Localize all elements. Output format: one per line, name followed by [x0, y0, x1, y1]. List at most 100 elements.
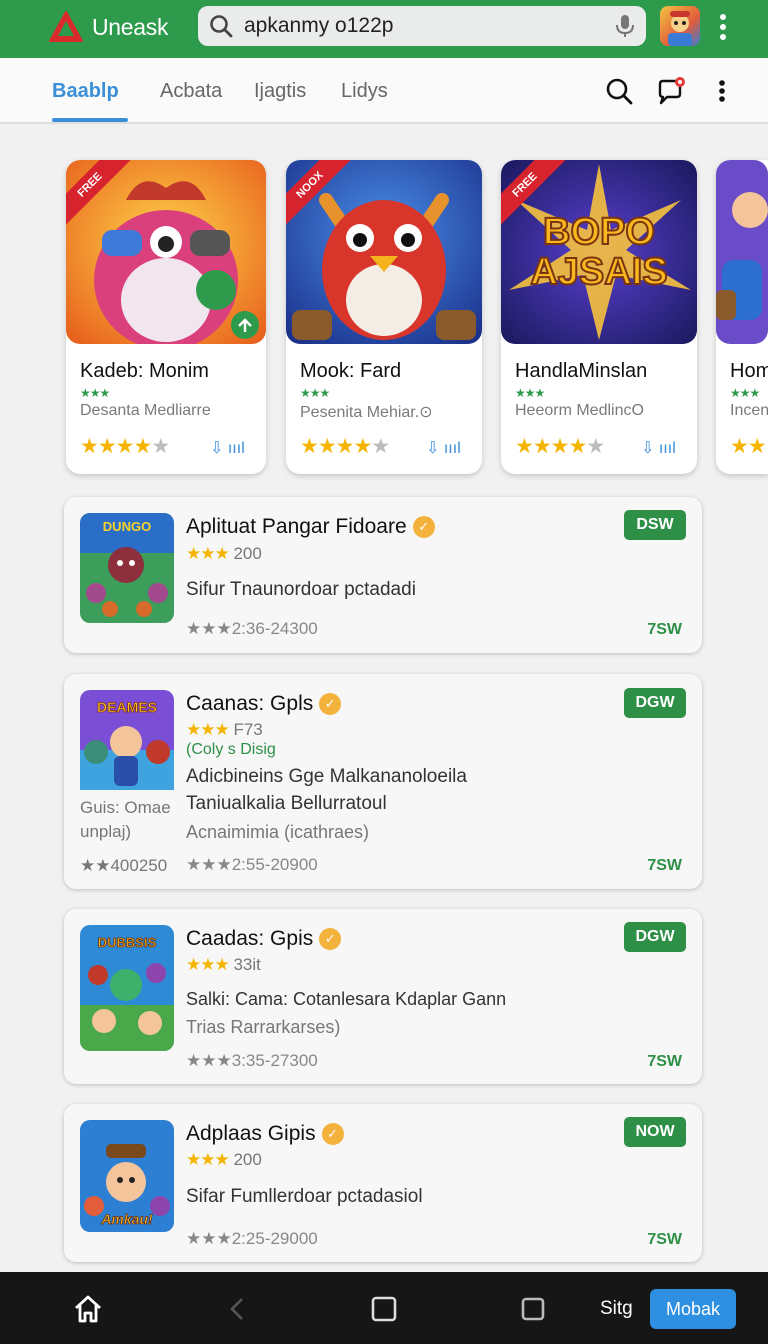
install-icon[interactable] [230, 310, 260, 340]
file-size: 7SW [647, 1053, 682, 1070]
tab-baablp[interactable]: Baablp [52, 80, 119, 103]
rating: ★★★ 200 [186, 544, 262, 563]
chat-alert-icon[interactable] [656, 76, 686, 106]
version-info: ★★★2:55-20900 [186, 855, 318, 874]
app-title: Caanas: Gpls ✓ [186, 692, 342, 716]
app-title: Hom [730, 360, 768, 382]
square-icon[interactable] [518, 1294, 548, 1324]
version-info: ★★★2:36-24300 [186, 619, 318, 638]
description: Sifar Fumllerdoar pctadasiol [186, 1186, 423, 1207]
star-rating: ★★★★★ [300, 435, 390, 458]
mobak-button[interactable]: Mobak [650, 1289, 736, 1329]
more-vert-icon[interactable] [714, 12, 732, 42]
featured-card[interactable]: FREE Kadeb: Monim ★★★ Desanta Medliarre … [66, 160, 266, 474]
thumb-title: DUBBSIS [98, 935, 157, 950]
featured-card[interactable]: Hom ★★★ Incen ★★ [716, 160, 768, 474]
app-name: Uneask [92, 13, 169, 40]
rating: ★★★ 200 [186, 1150, 262, 1169]
app-title: Mook: Fard [300, 360, 402, 382]
tab-acbata[interactable]: Acbata [160, 80, 222, 103]
file-size: 7SW [647, 621, 682, 638]
star-rating: ★★★★★ [80, 435, 170, 458]
app-title: Adplaas Gipis ✓ [186, 1122, 344, 1146]
app-title: HandlaMinslan [515, 360, 648, 382]
thumb-title: DEAMES [97, 699, 157, 715]
list-item[interactable]: DUBBSIS Caadas: Gpis ✓ ★★★ 33it Salki: Ca… [64, 909, 702, 1084]
app-thumbnail: DUBBSIS [80, 925, 174, 1051]
download-button[interactable]: DGW [624, 688, 686, 718]
game-art: BOPO AJSAIS FREE [501, 160, 697, 344]
thumb-caption: Guis: Omae unplaj) [80, 798, 171, 841]
svg-text:AJSAIS: AJSAIS [530, 251, 667, 293]
mini-rating: ★★★ [300, 386, 330, 400]
search-icon [210, 15, 233, 38]
mini-rating: ★★★ [515, 386, 545, 400]
search-icon[interactable] [604, 76, 634, 106]
download-icon[interactable]: ⇩ ıııl [641, 438, 676, 458]
category-tag: (Coly s Disig [186, 741, 276, 758]
battle-artwork: DUBBSIS [80, 925, 174, 1051]
recents-icon[interactable] [369, 1294, 399, 1324]
verified-icon: ✓ [412, 516, 435, 538]
game-art: NOOX [286, 160, 482, 344]
app-thumbnail: DEAMES [80, 690, 174, 800]
mini-rating: ★★★ [80, 386, 110, 400]
star-rating: ★★★★★ [515, 435, 605, 458]
mini-rating: ★★★ [730, 386, 760, 400]
subtitle: Trias Rarrarkarses) [186, 1017, 341, 1037]
verified-icon: ✓ [319, 928, 342, 950]
version-info: ★★★3:35-27300 [186, 1051, 318, 1070]
download-button[interactable]: NOW [624, 1117, 686, 1147]
back-icon[interactable] [222, 1294, 252, 1324]
subtitle: Acnaimimia (icathraes) [186, 822, 370, 842]
verified-icon: ✓ [319, 693, 342, 715]
app-thumbnail: Amkau! [80, 1120, 174, 1232]
featured-card[interactable]: BOPO AJSAIS FREE HandlaMinslan ★★★ Heeor… [501, 160, 697, 474]
bottom-navigation: Sitg Mobak [0, 1272, 768, 1344]
home-icon[interactable] [73, 1294, 103, 1324]
download-button[interactable]: DSW [624, 510, 686, 540]
dungeon-artwork: DUNGO [80, 513, 174, 623]
file-size: 7SW [647, 857, 682, 874]
app-thumbnail: DUNGO [80, 513, 174, 623]
list-item[interactable]: DUNGO Aplituat Pangar Fidoare ✓ ★★★ 200 S… [64, 497, 702, 653]
description: Salki: Cama: Cotanlesara Kdaplar Gann [186, 989, 507, 1009]
character-artwork [716, 160, 768, 344]
rating: ★★★ 33it [186, 955, 261, 974]
tab-ijagtis[interactable]: Ijagtis [254, 80, 306, 103]
app-title: Caadas: Gpis ✓ [186, 927, 342, 951]
search-bar[interactable] [198, 6, 646, 46]
featured-card[interactable]: NOOX Mook: Fard ★★★ Pesenita Mehiar.⊙ ★★… [286, 160, 482, 474]
file-size: 7SW [647, 1231, 682, 1248]
app-logo[interactable]: Uneask [48, 10, 168, 44]
avatar-character-icon [668, 11, 692, 46]
heroes-artwork: DEAMES [80, 690, 174, 790]
description: Sifur Tnaunordoar pctadadi [186, 579, 416, 600]
app-title: Kadeb: Monim [80, 360, 209, 382]
tab-lidys[interactable]: Lidys [341, 80, 388, 103]
download-icon[interactable]: ⇩ ıııl [210, 438, 245, 458]
verified-icon: ✓ [321, 1123, 344, 1145]
search-input[interactable] [244, 14, 584, 38]
list-item[interactable]: Amkau! Adplaas Gipis ✓ ★★★ 200 Sifar Fuml… [64, 1104, 702, 1262]
app-title: Aplituat Pangar Fidoare ✓ [186, 515, 435, 539]
svg-text:BOPO: BOPO [543, 211, 655, 253]
thumb-meta: ★★400250 [80, 856, 168, 875]
description-line-2: Taniualkalia Bellurratoul [186, 793, 387, 814]
top-app-bar: Uneask [0, 0, 768, 58]
nav-label[interactable]: Sitg [600, 1298, 633, 1320]
list-item[interactable]: DEAMES Guis: Omae unplaj) ★★400250 Caanas… [64, 674, 702, 889]
more-vert-icon[interactable] [712, 76, 732, 106]
download-icon[interactable]: ⇩ ıııl [426, 438, 461, 458]
avatar[interactable] [660, 6, 700, 46]
version-info: ★★★2:25-29000 [186, 1229, 318, 1248]
star-rating: ★★ [730, 435, 767, 458]
developer-name: Desanta Medliarre [80, 402, 211, 419]
mic-icon[interactable] [614, 14, 636, 38]
thumb-title: DUNGO [103, 519, 151, 534]
game-art [716, 160, 768, 344]
category-tabs: Baablp Acbata Ijagtis Lidys [0, 58, 768, 124]
download-button[interactable]: DGW [624, 922, 686, 952]
thumb-title: Amkau! [100, 1211, 153, 1227]
game-art: FREE [66, 160, 266, 344]
